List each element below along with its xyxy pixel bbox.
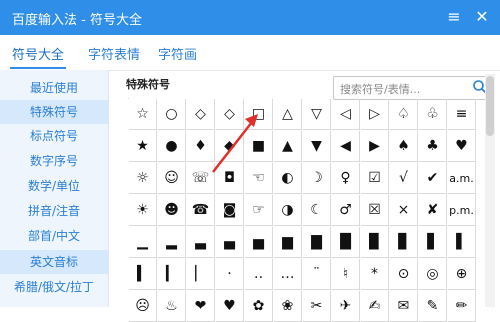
symbol-cell[interactable]: ♠ [390,131,418,162]
sidebar-item-math-units[interactable]: 数学/单位 [0,174,108,198]
sidebar-item-numbering[interactable]: 数字序号 [0,149,108,173]
symbol-cell[interactable]: a.m. [448,163,476,194]
symbol-cell[interactable]: ♀ [332,163,360,194]
symbol-cell[interactable]: ▂ [158,227,186,258]
symbol-cell[interactable]: □ [245,99,273,130]
symbol-cell[interactable]: ▉ [361,227,389,258]
symbol-cell[interactable]: ☎ [187,195,215,226]
symbol-cell[interactable]: ◇ [187,99,215,130]
symbol-cell[interactable]: ◘ [216,163,244,194]
symbol-cell[interactable]: ▽ [303,99,331,130]
sidebar-item-punctuation[interactable]: 标点符号 [0,124,108,148]
symbol-cell[interactable]: ⊕ [448,259,476,290]
symbol-cell[interactable]: ♣ [419,131,447,162]
symbol-cell[interactable]: ✘ [419,195,447,226]
sidebar-item-radicals[interactable]: 部首/中文 [0,224,108,248]
symbol-cell[interactable]: √ [390,163,418,194]
symbol-cell[interactable]: ♤ [390,99,418,130]
symbol-cell[interactable]: ▁ [129,227,157,258]
symbol-cell[interactable]: ▆ [274,227,302,258]
symbol-cell[interactable]: ★ [129,131,157,162]
sidebar-item-special-symbols[interactable]: 特殊符号 [0,100,108,124]
tab-symbols[interactable]: 符号大全 [9,44,67,69]
symbol-cell[interactable]: ◙ [216,195,244,226]
symbol-cell[interactable]: △ [274,99,302,130]
symbol-cell[interactable]: ♧ [419,99,447,130]
symbol-cell[interactable]: ‥ [245,259,273,290]
symbol-cell[interactable]: ¨ [303,259,331,290]
category-title: 特殊符号 [126,78,170,91]
symbol-cell[interactable]: ♂ [332,195,360,226]
symbol-cell[interactable]: ☻ [158,195,186,226]
symbol-cell[interactable]: ☜ [245,163,273,194]
symbol-cell[interactable]: ▲ [274,131,302,162]
symbol-cell[interactable]: × [390,195,418,226]
symbol-cell[interactable]: ☺ [158,163,186,194]
symbol-cell[interactable]: ♮ [332,259,360,290]
symbol-cell[interactable]: · [216,259,244,290]
symbol-cell[interactable]: ≡ [448,99,476,130]
symbol-cell[interactable]: ☒ [361,195,389,226]
symbol-cell[interactable]: p.m. [448,195,476,226]
symbol-cell[interactable]: █ [332,227,360,258]
symbol-cell[interactable]: ◆ [216,131,244,162]
symbol-cell[interactable]: ▼ [303,131,331,162]
symbol-cell[interactable]: ☀ [129,195,157,226]
symbol-cell[interactable]: ▌ [448,227,476,258]
symbol-cell[interactable]: ▏ [187,259,215,290]
symbol-cell[interactable]: ☞ [245,195,273,226]
symbol-cell[interactable]: ◀ [332,131,360,162]
symbol-cell[interactable]: ☾ [303,195,331,226]
symbol-cell[interactable]: ▍ [129,259,157,290]
symbol-cell[interactable]: ▃ [187,227,215,258]
symbol-cell[interactable]: ▊ [390,227,418,258]
symbol-cell[interactable]: ■ [245,131,273,162]
symbol-cell[interactable]: ◁ [332,99,360,130]
symbol-cell[interactable]: ● [158,131,186,162]
symbol-cell[interactable]: ☽ [303,163,331,194]
symbol-cell[interactable]: ☑ [361,163,389,194]
symbol-cell[interactable]: ⊙ [390,259,418,290]
sidebar-item-recent[interactable]: 最近使用 [0,76,108,100]
close-icon[interactable]: ✕ [470,6,494,28]
symbol-cell[interactable]: ♦ [187,131,215,162]
category-sidebar: 最近使用 特殊符号 标点符号 数字序号 数学/单位 拼音/注音 部首/中文 英文… [0,70,109,307]
symbol-cell[interactable]: * [361,259,389,290]
symbol-cell[interactable]: ◐ [274,163,302,194]
tab-bar: 符号大全 字符表情 字符画 搜索符号/表情... [0,35,500,100]
symbol-cell[interactable]: ☼ [129,163,157,194]
symbol-cell[interactable]: … [274,259,302,290]
tab-ascii-art[interactable]: 字符画 [158,44,197,63]
sidebar-item-phonetics[interactable]: 英文音标 [0,250,108,274]
symbol-cell[interactable]: ◑ [274,195,302,226]
symbol-cell[interactable]: ◎ [419,259,447,290]
sidebar-item-greek-russian-latin[interactable]: 希腊/俄文/拉丁 [0,275,108,299]
tab-emoticons[interactable]: 字符表情 [88,44,140,63]
symbol-cell[interactable]: ▅ [245,227,273,258]
symbol-cell[interactable]: ▶ [361,131,389,162]
title-bar: 百度输入法 - 符号大全 ≡ ✕ [0,0,500,35]
symbol-cell[interactable]: ▄ [216,227,244,258]
scrollbar[interactable] [485,74,495,307]
sidebar-item-pinyin[interactable]: 拼音/注音 [0,199,108,223]
symbol-panel: 特殊符号 ☆ ○ ◇ ◇ □ △ ▽ ◁ ▷ ♤ ♧ ≡ ★ ● ♦ ◆ ■ ▲ ▼ ◀ ▶ ♠ ♣ ♥ ☼ ☺ ☏ ◘ ☜ ◐ ☽ ♀ ☑ √ ✔… [118,70,490,322]
symbol-cell[interactable]: ▎ [158,259,186,290]
scrollbar-thumb[interactable] [486,76,494,136]
symbol-cell[interactable]: ☏ [187,163,215,194]
symbol-cell[interactable]: ▋ [419,227,447,258]
window-title: 百度输入法 - 符号大全 [12,13,142,28]
symbol-cell[interactable]: ▷ [361,99,389,130]
symbol-grid: ☆ ○ ◇ ◇ □ △ ▽ ◁ ▷ ♤ ♧ ≡ ★ ● ♦ ◆ ■ ▲ ▼ ◀ ▶ ♠ ♣ ♥ ☼ ☺ ☏ ◘ ☜ ◐ ☽ ♀ ☑ √ ✔ a.m. ☀… [128,98,476,322]
symbol-cell[interactable]: ○ [158,99,186,130]
menu-icon[interactable]: ≡ [442,6,466,28]
symbol-cell[interactable]: ☆ [129,99,157,130]
symbol-cell[interactable]: ♥ [448,131,476,162]
symbol-cell[interactable]: ✔ [419,163,447,194]
symbol-cell[interactable]: ◇ [216,99,244,130]
symbol-cell[interactable]: ▇ [303,227,331,258]
